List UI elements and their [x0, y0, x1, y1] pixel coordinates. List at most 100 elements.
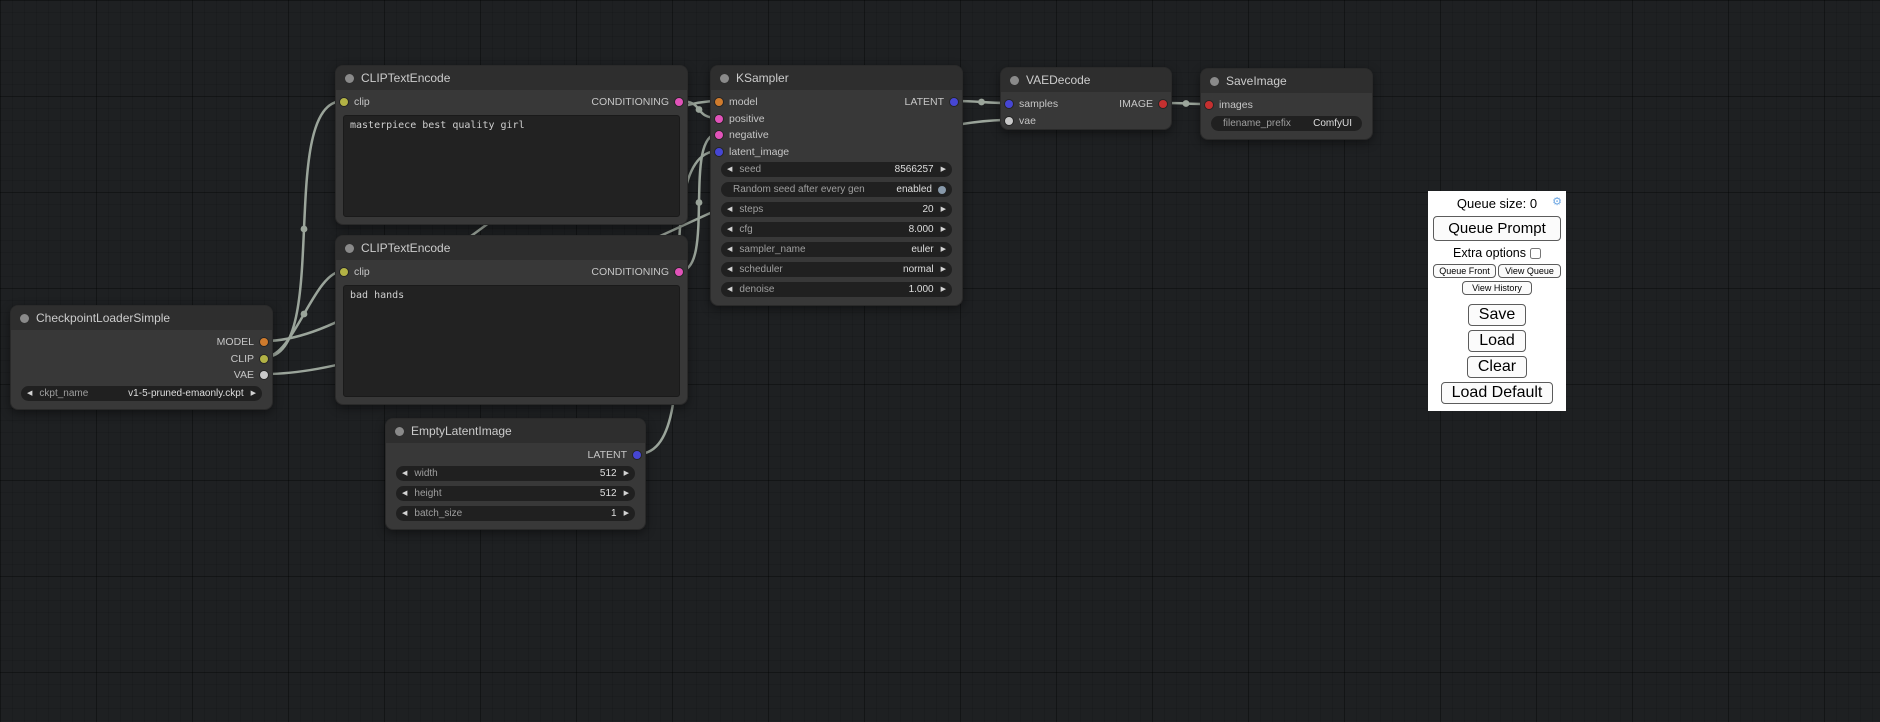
view-history-button[interactable]: View History	[1462, 281, 1532, 295]
widget-filename-prefix[interactable]: filename_prefix ComfyUI	[1211, 116, 1362, 131]
output-slot-latent[interactable]: LATENT	[588, 449, 641, 461]
input-slot-clip[interactable]: clip	[340, 96, 370, 108]
arrow-left-icon[interactable]: ◀	[27, 390, 32, 397]
output-slot-conditioning[interactable]: CONDITIONING	[591, 266, 683, 278]
extra-options-checkbox[interactable]	[1530, 248, 1541, 259]
arrow-right-icon[interactable]: ▶	[624, 470, 629, 477]
queue-prompt-button[interactable]: Queue Prompt	[1433, 216, 1561, 241]
save-button[interactable]: Save	[1468, 304, 1526, 326]
arrow-right-icon[interactable]: ▶	[941, 166, 946, 173]
output-slot-model[interactable]: MODEL	[217, 336, 268, 348]
slot-dot-model[interactable]	[260, 338, 268, 346]
input-slot-clip[interactable]: clip	[340, 266, 370, 278]
arrow-right-icon[interactable]: ▶	[941, 206, 946, 213]
slot-dot-vae[interactable]	[260, 371, 268, 379]
slot-dot-vae[interactable]	[1005, 117, 1013, 125]
widget-ckpt-name[interactable]: ◀ ckpt_name v1-5-pruned-emaonly.ckpt ▶	[21, 386, 262, 401]
arrow-left-icon[interactable]: ◀	[402, 510, 407, 517]
widget-denoise[interactable]: ◀ denoise 1.000 ▶	[721, 282, 952, 297]
slot-dot-conditioning[interactable]	[675, 98, 683, 106]
node-title-bar[interactable]: VAEDecode	[1001, 68, 1171, 92]
queue-front-button[interactable]: Queue Front	[1433, 264, 1496, 278]
node-collapse-dot-icon[interactable]	[1210, 77, 1219, 86]
arrow-left-icon[interactable]: ◀	[727, 226, 732, 233]
node-collapse-dot-icon[interactable]	[395, 427, 404, 436]
load-default-button[interactable]: Load Default	[1441, 382, 1554, 404]
widget-value: 512	[600, 488, 617, 499]
toggle-on-indicator[interactable]	[938, 186, 946, 194]
node-collapse-dot-icon[interactable]	[720, 74, 729, 83]
node-title-bar[interactable]: CLIPTextEncode	[336, 66, 687, 90]
prompt-textarea[interactable]: masterpiece best quality girl	[343, 115, 680, 217]
arrow-left-icon[interactable]: ◀	[402, 490, 407, 497]
node-title-bar[interactable]: EmptyLatentImage	[386, 419, 645, 443]
output-slot-vae[interactable]: VAE	[234, 369, 268, 381]
node-collapse-dot-icon[interactable]	[345, 74, 354, 83]
widget-value: enabled	[896, 184, 932, 195]
widget-steps[interactable]: ◀ steps 20 ▶	[721, 202, 952, 217]
node-title-bar[interactable]: CheckpointLoaderSimple	[11, 306, 272, 330]
node-emptylatentimage[interactable]: EmptyLatentImage LATENT ◀ width 512 ▶ ◀ …	[385, 418, 646, 530]
prompt-textarea[interactable]: bad hands	[343, 285, 680, 397]
arrow-left-icon[interactable]: ◀	[727, 246, 732, 253]
node-cliptextencode-positive[interactable]: CLIPTextEncode clip CONDITIONING masterp…	[335, 65, 688, 225]
node-saveimage[interactable]: SaveImage images filename_prefix ComfyUI	[1200, 68, 1373, 140]
node-title-bar[interactable]: CLIPTextEncode	[336, 236, 687, 260]
clear-button[interactable]: Clear	[1467, 356, 1527, 378]
output-slot-clip[interactable]: CLIP	[231, 353, 268, 365]
input-slot-negative[interactable]: negative	[715, 129, 769, 141]
arrow-left-icon[interactable]: ◀	[727, 266, 732, 273]
node-title-bar[interactable]: SaveImage	[1201, 69, 1372, 93]
slot-dot-conditioning[interactable]	[715, 115, 723, 123]
arrow-right-icon[interactable]: ▶	[624, 490, 629, 497]
widget-scheduler[interactable]: ◀ scheduler normal ▶	[721, 262, 952, 277]
node-collapse-dot-icon[interactable]	[345, 244, 354, 253]
arrow-right-icon[interactable]: ▶	[941, 286, 946, 293]
widget-height[interactable]: ◀ height 512 ▶	[396, 486, 635, 501]
node-checkpointloadersimple[interactable]: CheckpointLoaderSimple MODEL CLIP VAE	[10, 305, 273, 410]
widget-width[interactable]: ◀ width 512 ▶	[396, 466, 635, 481]
widget-batch-size[interactable]: ◀ batch_size 1 ▶	[396, 506, 635, 521]
node-collapse-dot-icon[interactable]	[1010, 76, 1019, 85]
slot-dot-latent[interactable]	[950, 98, 958, 106]
arrow-left-icon[interactable]: ◀	[402, 470, 407, 477]
graph-canvas[interactable]: CheckpointLoaderSimple MODEL CLIP VAE	[0, 0, 1880, 722]
arrow-left-icon[interactable]: ◀	[727, 286, 732, 293]
view-queue-button[interactable]: View Queue	[1498, 264, 1561, 278]
widget-random-seed-toggle[interactable]: Random seed after every gen enabled	[721, 182, 952, 197]
widget-sampler-name[interactable]: ◀ sampler_name euler ▶	[721, 242, 952, 257]
slot-dot-latent[interactable]	[715, 148, 723, 156]
slot-dot-conditioning[interactable]	[675, 268, 683, 276]
arrow-right-icon[interactable]: ▶	[251, 390, 256, 397]
widget-seed[interactable]: ◀ seed 8566257 ▶	[721, 162, 952, 177]
arrow-left-icon[interactable]: ◀	[727, 166, 732, 173]
arrow-right-icon[interactable]: ▶	[941, 226, 946, 233]
arrow-right-icon[interactable]: ▶	[624, 510, 629, 517]
settings-gear-icon[interactable]: ⚙	[1552, 195, 1562, 208]
widget-cfg[interactable]: ◀ cfg 8.000 ▶	[721, 222, 952, 237]
input-slot-images[interactable]: images	[1205, 99, 1253, 111]
input-slot-positive[interactable]: positive	[715, 113, 765, 125]
node-ksampler[interactable]: KSampler LATENT model	[710, 65, 963, 306]
load-button[interactable]: Load	[1468, 330, 1526, 352]
input-slot-vae[interactable]: vae	[1005, 115, 1036, 127]
node-title-bar[interactable]: KSampler	[711, 66, 962, 90]
input-slot-latent-image[interactable]: latent_image	[715, 146, 789, 158]
slot-dot-latent[interactable]	[633, 451, 641, 459]
node-cliptextencode-negative[interactable]: CLIPTextEncode clip CONDITIONING bad han…	[335, 235, 688, 405]
slot-dot-conditioning[interactable]	[715, 131, 723, 139]
output-slot-latent[interactable]: LATENT	[905, 96, 958, 108]
slot-dot-image[interactable]	[1205, 101, 1213, 109]
slot-dot-clip[interactable]	[260, 355, 268, 363]
slot-label: clip	[354, 96, 370, 108]
slot-dot-clip[interactable]	[340, 98, 348, 106]
output-slot-conditioning[interactable]: CONDITIONING	[591, 96, 683, 108]
arrow-right-icon[interactable]: ▶	[941, 246, 946, 253]
output-slot-image[interactable]: IMAGE	[1119, 98, 1167, 110]
node-vaedecode[interactable]: VAEDecode IMAGE samples	[1000, 67, 1172, 130]
slot-dot-image[interactable]	[1159, 100, 1167, 108]
arrow-left-icon[interactable]: ◀	[727, 206, 732, 213]
slot-dot-clip[interactable]	[340, 268, 348, 276]
arrow-right-icon[interactable]: ▶	[941, 266, 946, 273]
node-collapse-dot-icon[interactable]	[20, 314, 29, 323]
